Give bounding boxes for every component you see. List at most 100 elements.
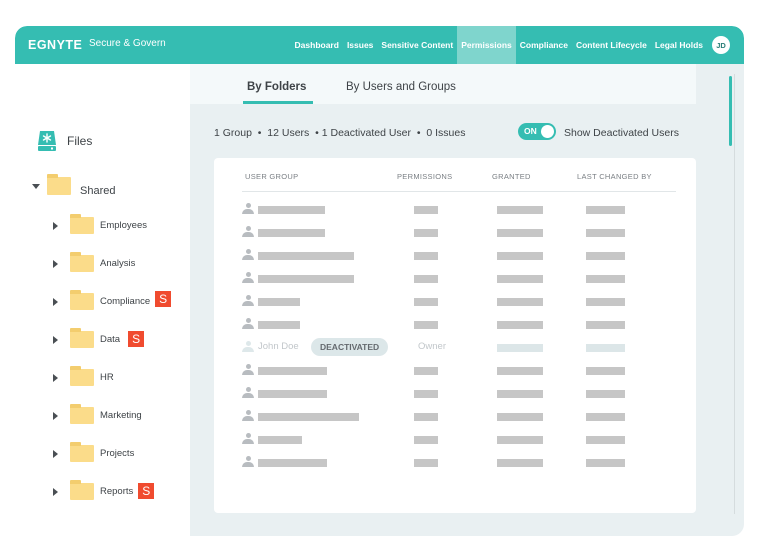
- redacted-granted: [497, 298, 543, 306]
- table-row[interactable]: [242, 317, 682, 331]
- files-root[interactable]: Files: [37, 130, 92, 152]
- folder-icon: [70, 290, 94, 310]
- tree-item-shared[interactable]: Shared: [32, 174, 116, 197]
- redacted-last-changed-by: [586, 206, 625, 214]
- redacted-last-changed-by: [586, 298, 625, 306]
- folder-tree-sidebar: Files Shared Employees Analysis Complian…: [15, 64, 190, 536]
- table-row[interactable]: [242, 294, 682, 308]
- tree-item-analysis[interactable]: Analysis: [53, 252, 135, 272]
- tree-item-reports[interactable]: Reports S: [53, 480, 155, 500]
- nav-content-lifecycle[interactable]: Content Lifecycle: [572, 26, 651, 64]
- folder-icon: [70, 252, 94, 272]
- redacted-user-name: [258, 275, 354, 283]
- table-row[interactable]: [242, 271, 682, 285]
- user-icon: [242, 456, 254, 468]
- table-row-deactivated-user[interactable]: John Doe DEACTIVATED Owner: [242, 338, 682, 356]
- table-row[interactable]: [242, 432, 682, 446]
- file-server-icon: [38, 131, 56, 151]
- redacted-user-name: [258, 459, 327, 467]
- folder-icon: [70, 366, 94, 386]
- redacted-granted: [497, 344, 543, 352]
- deactivated-badge: DEACTIVATED: [311, 338, 389, 356]
- scrollbar-thumb[interactable]: [729, 76, 732, 146]
- redacted-permission: [414, 459, 438, 467]
- chevron-right-icon[interactable]: [53, 221, 58, 230]
- chevron-down-icon[interactable]: [32, 183, 40, 189]
- table-row[interactable]: [242, 202, 682, 216]
- redacted-user-name: [258, 206, 325, 214]
- tab-by-folders[interactable]: By Folders: [247, 81, 306, 93]
- tree-item-marketing[interactable]: Marketing: [53, 404, 142, 424]
- user-icon: [242, 433, 254, 445]
- column-header-granted[interactable]: GRANTED: [492, 172, 531, 181]
- table-row[interactable]: [242, 455, 682, 469]
- folder-label: HR: [100, 372, 114, 383]
- folder-label: Shared: [80, 185, 116, 197]
- redacted-permission: [414, 413, 438, 421]
- sensitive-badge: S: [155, 290, 172, 307]
- redacted-last-changed-by: [586, 367, 625, 375]
- tree-item-data[interactable]: Data S: [53, 328, 145, 348]
- folder-icon: [70, 214, 94, 234]
- column-header-user-group[interactable]: USER GROUP: [245, 172, 298, 181]
- show-deactivated-toggle[interactable]: ON: [518, 123, 556, 140]
- redacted-last-changed-by: [586, 436, 625, 444]
- nav-legal-holds[interactable]: Legal Holds: [651, 26, 707, 64]
- permission-value: Owner: [418, 341, 446, 352]
- folder-icon: [47, 174, 71, 195]
- chevron-right-icon[interactable]: [53, 335, 58, 344]
- tree-item-employees[interactable]: Employees: [53, 214, 147, 234]
- redacted-permission: [414, 252, 438, 260]
- redacted-user-name: [258, 367, 327, 375]
- chevron-right-icon[interactable]: [53, 487, 58, 496]
- egnyte-logo[interactable]: EGNYTE: [28, 38, 82, 52]
- tree-item-compliance[interactable]: Compliance S: [53, 290, 172, 310]
- folder-icon: [70, 328, 94, 348]
- folder-icon: [70, 442, 94, 462]
- redacted-last-changed-by: [586, 229, 625, 237]
- user-icon: [242, 364, 254, 376]
- chevron-right-icon[interactable]: [53, 411, 58, 420]
- nav-dashboard[interactable]: Dashboard: [291, 26, 343, 64]
- table-row[interactable]: [242, 225, 682, 239]
- main-nav: Dashboard Issues Sensitive Content Permi…: [291, 26, 744, 64]
- nav-sensitive-content[interactable]: Sensitive Content: [377, 26, 457, 64]
- table-row[interactable]: [242, 248, 682, 262]
- redacted-granted: [497, 229, 543, 237]
- tab-by-users-and-groups[interactable]: By Users and Groups: [346, 81, 456, 93]
- sensitive-badge: S: [128, 330, 145, 347]
- user-icon: [242, 295, 254, 307]
- folder-label: Employees: [100, 220, 147, 231]
- redacted-granted: [497, 275, 543, 283]
- tree-item-projects[interactable]: Projects: [53, 442, 134, 462]
- chevron-right-icon[interactable]: [53, 259, 58, 268]
- nav-compliance[interactable]: Compliance: [516, 26, 572, 64]
- redacted-granted: [497, 321, 543, 329]
- table-row[interactable]: [242, 409, 682, 423]
- redacted-permission: [414, 367, 438, 375]
- redacted-last-changed-by: [586, 275, 625, 283]
- redacted-last-changed-by: [586, 321, 625, 329]
- chevron-right-icon[interactable]: [53, 449, 58, 458]
- chevron-right-icon[interactable]: [53, 373, 58, 382]
- show-deactivated-label: Show Deactivated Users: [564, 127, 679, 139]
- scrollbar-track[interactable]: [734, 74, 735, 514]
- folder-label: Data: [100, 334, 121, 345]
- column-header-permissions[interactable]: PERMISSIONS: [397, 172, 452, 181]
- nav-issues[interactable]: Issues: [343, 26, 377, 64]
- toggle-state-label: ON: [524, 126, 537, 136]
- table-row[interactable]: [242, 386, 682, 400]
- redacted-last-changed-by: [586, 413, 625, 421]
- user-avatar[interactable]: JD: [712, 36, 730, 54]
- column-header-last-changed-by[interactable]: LAST CHANGED BY: [577, 172, 652, 181]
- folder-icon: [70, 404, 94, 424]
- table-row[interactable]: [242, 363, 682, 377]
- redacted-granted: [497, 390, 543, 398]
- nav-permissions[interactable]: Permissions: [457, 26, 516, 64]
- user-icon: [242, 318, 254, 330]
- active-tab-indicator: [243, 101, 313, 104]
- redacted-last-changed-by: [586, 390, 625, 398]
- redacted-granted: [497, 459, 543, 467]
- tree-item-hr[interactable]: HR: [53, 366, 114, 386]
- chevron-right-icon[interactable]: [53, 297, 58, 306]
